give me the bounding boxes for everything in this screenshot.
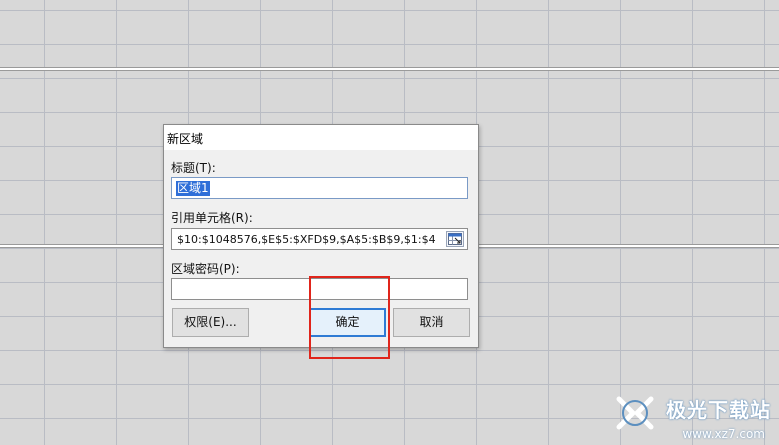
name-input[interactable]: 区域1 [171, 177, 468, 199]
password-label: 区域密码(P): [171, 262, 240, 276]
permissions-button[interactable]: 权限(E)... [172, 308, 249, 337]
range-select-icon [448, 233, 462, 245]
ref-label: 引用单元格(R): [171, 211, 253, 225]
watermark-url: www.xz7.com [682, 427, 765, 441]
name-input-value: 区域1 [176, 181, 210, 196]
ref-input[interactable]: $10:$1048576,$E$5:$XFD$9,$A$5:$B$9,$1:$4 [171, 228, 468, 250]
collapse-dialog-button[interactable] [446, 231, 464, 247]
watermark-brand: 极光下载站 [666, 398, 771, 422]
dialog-title: 新区域 [167, 132, 204, 146]
ref-input-value: $10:$1048576,$E$5:$XFD$9,$A$5:$B$9,$1:$4 [177, 233, 436, 246]
dialog-titlebar: 新区域 [164, 125, 478, 150]
selection-border-top [0, 68, 779, 70]
name-label: 标题(T): [171, 161, 216, 175]
cancel-button[interactable]: 取消 [393, 308, 470, 337]
annotation-highlight-box [309, 276, 390, 359]
watermark-logo-icon [616, 396, 654, 430]
